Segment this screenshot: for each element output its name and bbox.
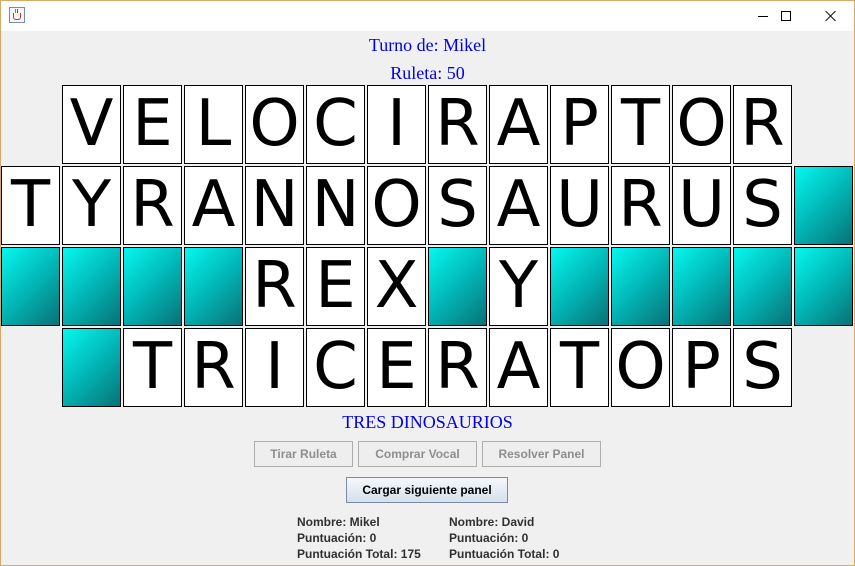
letter-tile: N [306,166,365,245]
letter-tile: U [550,166,609,245]
buy-vowel-button[interactable]: Comprar Vocal [358,441,477,467]
letter-tile: E [367,328,426,407]
letter-tile: E [123,85,182,164]
clue-label: TRES DINOSAURIOS [342,412,513,432]
letter-tile: S [733,166,792,245]
empty-tile [672,247,731,326]
letter-tile: T [123,328,182,407]
player-total-score: Puntuación Total: 175 [297,547,421,561]
letter-tile: L [184,85,243,164]
letter-tile: R [123,166,182,245]
player-score: Puntuación: 0 [449,531,529,545]
letter-tile: A [184,166,243,245]
letter-tile: P [550,85,609,164]
player-name: Nombre: David [449,515,535,529]
letter-tile: R [428,85,487,164]
letter-tile: T [611,85,670,164]
maximize-icon [781,11,791,21]
empty-tile [733,247,792,326]
letter-tile: A [489,85,548,164]
letter-tile: O [672,85,731,164]
empty-tile [62,247,121,326]
title-bar [1,1,854,31]
letter-tile: Y [62,166,121,245]
empty-tile [794,247,853,326]
letter-tile: T [550,328,609,407]
empty-tile [550,247,609,326]
letter-tile: O [367,166,426,245]
letter-tile: R [611,166,670,245]
empty-tile [123,247,182,326]
player-name: Nombre: Mikel [297,515,380,529]
letter-tile: P [672,328,731,407]
wheel-value-label: Ruleta: 50 [390,63,465,83]
empty-tile [794,166,853,245]
empty-tile [62,328,121,407]
letter-tile: R [733,85,792,164]
letter-tile: C [306,85,365,164]
empty-tile [611,247,670,326]
letter-tile: R [428,328,487,407]
letter-tile: U [672,166,731,245]
letter-tile: R [184,328,243,407]
maximize-button[interactable] [763,1,809,31]
load-next-panel-button[interactable]: Cargar siguiente panel [346,477,508,503]
letter-tile: O [611,328,670,407]
player-total-score: Puntuación Total: 0 [449,547,560,561]
letter-tile: A [489,328,548,407]
close-icon [825,10,837,22]
java-cup-icon[interactable] [9,7,25,23]
player-info-david: Nombre: David Puntuación: 0 Puntuación T… [449,514,559,562]
empty-tile [428,247,487,326]
close-button[interactable] [808,1,854,31]
game-window: Turno de: Mikel Ruleta: 50 VELOCIRAPTORT… [0,0,855,566]
letter-tile: V [62,85,121,164]
player-info-mikel: Nombre: Mikel Puntuación: 0 Puntuación T… [297,514,421,562]
letter-tile: X [367,247,426,326]
letter-tile: R [245,247,304,326]
letter-tile: T [1,166,60,245]
player-score: Puntuación: 0 [297,531,377,545]
turn-label: Turno de: Mikel [368,35,487,55]
letter-tile: S [428,166,487,245]
spin-wheel-button[interactable]: Tirar Ruleta [254,441,353,467]
letter-tile: O [245,85,304,164]
letter-tile: C [306,328,365,407]
letter-tile: Y [489,247,548,326]
letter-tile: A [489,166,548,245]
letter-tile: N [245,166,304,245]
empty-tile [1,247,60,326]
solve-panel-button[interactable]: Resolver Panel [482,441,601,467]
empty-tile [184,247,243,326]
letter-tile: S [733,328,792,407]
puzzle-board: VELOCIRAPTORTYRANNOSAURUSREXYTRICERATOPS [1,85,854,410]
letter-tile: I [367,85,426,164]
letter-tile: I [245,328,304,407]
letter-tile: E [306,247,365,326]
